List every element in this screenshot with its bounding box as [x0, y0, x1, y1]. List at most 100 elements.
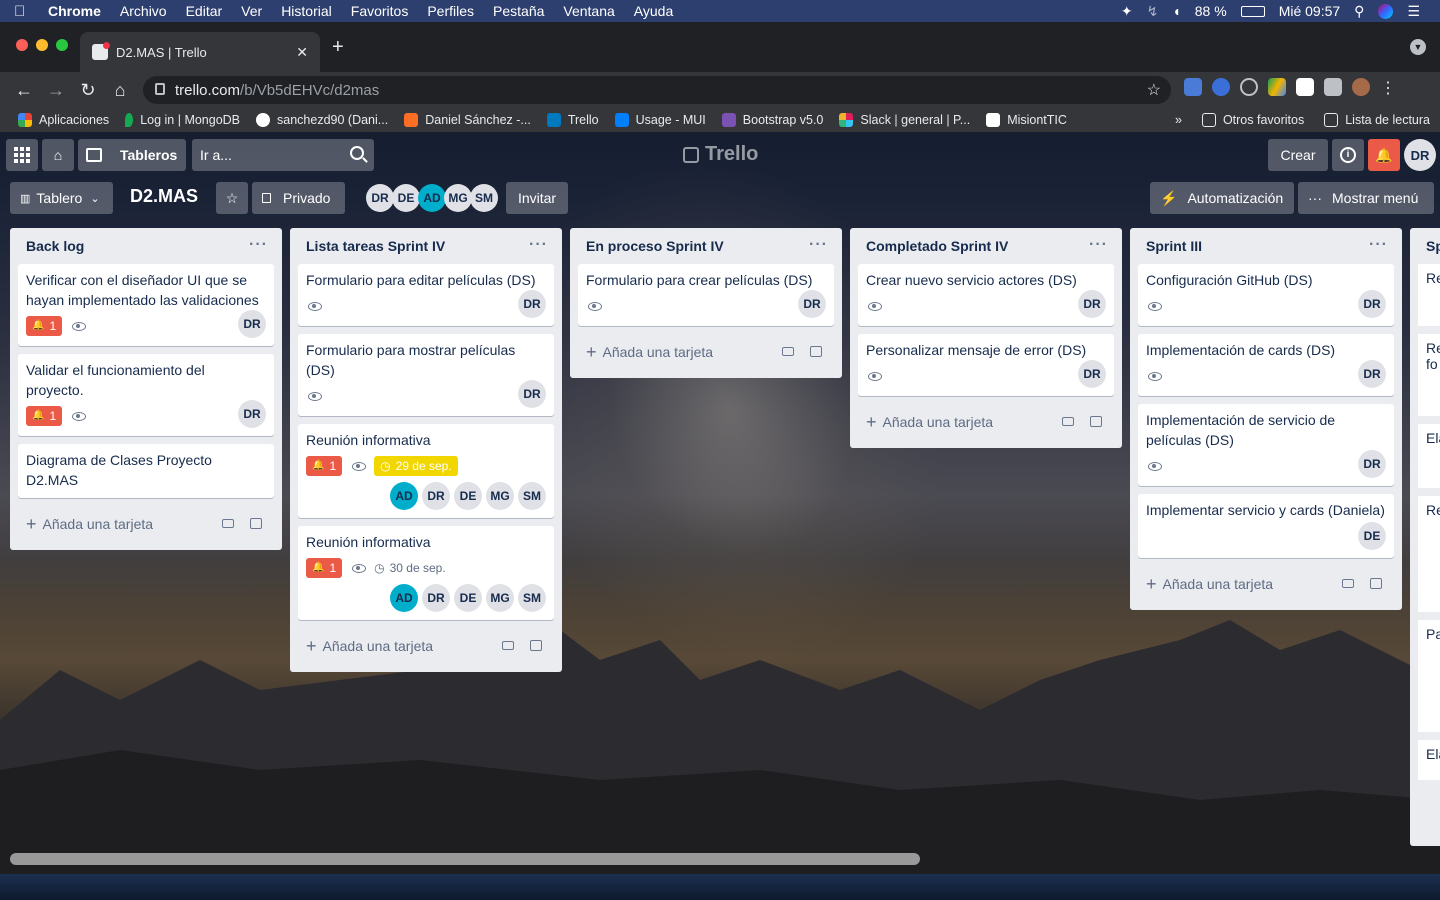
card-member-avatar[interactable]: DR: [238, 400, 266, 428]
other-favorites-folder[interactable]: Otros favoritos: [1201, 113, 1304, 127]
card[interactable]: Diagrama de Clases Proyecto D2.MAS: [18, 444, 274, 498]
card-member-avatar[interactable]: DR: [1358, 450, 1386, 478]
card[interactable]: Ela: [1418, 424, 1440, 488]
add-card-button[interactable]: + Añada una tarjeta: [578, 334, 834, 370]
card[interactable]: Re: [1418, 496, 1440, 612]
lock-icon[interactable]: [155, 83, 165, 95]
minimize-window-button[interactable]: [36, 39, 48, 51]
member-avatar[interactable]: AD: [418, 184, 446, 212]
board-horizontal-scrollbar[interactable]: [10, 853, 920, 865]
add-card-button[interactable]: + Añada una tarjeta: [1138, 566, 1394, 602]
member-avatar[interactable]: SM: [470, 184, 498, 212]
card-member-avatar[interactable]: SM: [518, 584, 546, 612]
siri-icon[interactable]: [1378, 3, 1394, 19]
bookmark-item[interactable]: Aplicaciones: [18, 113, 109, 127]
home-icon[interactable]: ⌂: [104, 80, 136, 101]
board-title[interactable]: D2.MAS: [130, 186, 198, 207]
card-member-avatar[interactable]: AD: [390, 482, 418, 510]
card[interactable]: Validar el funcionamiento del proyecto. …: [18, 354, 274, 436]
star-board-button[interactable]: ☆: [216, 182, 248, 214]
member-avatar[interactable]: DE: [392, 184, 420, 212]
card-member-avatar[interactable]: DR: [1358, 360, 1386, 388]
list-menu-icon[interactable]: ···: [809, 236, 828, 254]
list-header[interactable]: Lista tareas Sprint IV ···: [298, 228, 554, 264]
list-menu-icon[interactable]: ···: [1089, 236, 1108, 254]
card[interactable]: Ela: [1418, 740, 1440, 780]
bookmark-item[interactable]: MisiontTIC: [986, 113, 1067, 127]
card-member-avatar[interactable]: MG: [486, 482, 514, 510]
card-member-avatar[interactable]: DE: [1358, 522, 1386, 550]
card[interactable]: Re fo: [1418, 334, 1440, 416]
translate-extension-icon[interactable]: [1184, 78, 1202, 96]
list-header[interactable]: Back log ···: [18, 228, 274, 264]
card-member-avatar[interactable]: DE: [454, 584, 482, 612]
list-menu-icon[interactable]: ···: [249, 236, 268, 254]
card[interactable]: Formulario para mostrar películas (DS) D…: [298, 334, 554, 416]
card[interactable]: Personalizar mensaje de error (DS) DR: [858, 334, 1114, 396]
member-avatar[interactable]: DR: [366, 184, 394, 212]
wifi-icon[interactable]: ◖: [1172, 3, 1180, 19]
chrome-menu-icon[interactable]: ⋮: [1380, 78, 1396, 97]
menu-archivo[interactable]: Archivo: [120, 3, 167, 19]
card-member-avatar[interactable]: DR: [518, 380, 546, 408]
home-button[interactable]: ⌂: [42, 139, 74, 171]
card[interactable]: Implementar servicio y cards (Daniela) D…: [1138, 494, 1394, 558]
menu-perfiles[interactable]: Perfiles: [427, 3, 474, 19]
card-member-avatar[interactable]: DR: [1358, 290, 1386, 318]
search-icon[interactable]: [350, 146, 364, 160]
spotlight-icon[interactable]: ⚲: [1354, 3, 1364, 20]
extension-icon-5[interactable]: [1296, 78, 1314, 96]
browser-tab-active[interactable]: D2.MAS | Trello ✕: [80, 32, 320, 72]
card[interactable]: Formulario para crear películas (DS) DR: [578, 264, 834, 326]
list-header[interactable]: Sp: [1418, 228, 1440, 264]
notifications-button[interactable]: 🔔: [1368, 139, 1400, 171]
reload-icon[interactable]: ↻: [72, 80, 104, 101]
bluetooth-icon[interactable]: ↯: [1147, 3, 1159, 20]
boards-button[interactable]: Tableros: [78, 139, 186, 171]
add-card-button[interactable]: + Añada una tarjeta: [858, 404, 1114, 440]
card-member-avatar[interactable]: DR: [798, 290, 826, 318]
card[interactable]: Reunión informativa 🔔 1 ◷ 29 de sep. AD DR…: [298, 424, 554, 518]
card[interactable]: Implementación de cards (DS) DR: [1138, 334, 1394, 396]
card-member-avatar[interactable]: MG: [486, 584, 514, 612]
card-member-avatar[interactable]: DR: [422, 584, 450, 612]
list-menu-icon[interactable]: ···: [529, 236, 548, 254]
new-tab-button[interactable]: +: [332, 36, 344, 59]
apple-icon[interactable]: : [14, 3, 30, 20]
puzzle-extensions-icon[interactable]: [1324, 78, 1342, 96]
bookmark-item[interactable]: sanchezd90 (Dani...: [256, 113, 388, 127]
address-bar[interactable]: trello.com/b/Vb5dEHVc/d2mas ☆: [143, 76, 1171, 104]
list-header[interactable]: Completado Sprint IV ···: [858, 228, 1114, 264]
bookmark-star-icon[interactable]: ☆: [1147, 80, 1161, 100]
profile-avatar[interactable]: [1352, 78, 1370, 96]
clock[interactable]: Mié 09:57: [1279, 3, 1340, 19]
bookmarks-overflow-button[interactable]: »: [1175, 113, 1182, 127]
create-button[interactable]: Crear: [1268, 139, 1328, 171]
card-member-avatar[interactable]: SM: [518, 482, 546, 510]
card[interactable]: Pa: [1418, 620, 1440, 732]
menu-favoritos[interactable]: Favoritos: [351, 3, 409, 19]
invite-button[interactable]: Invitar: [506, 182, 568, 214]
card[interactable]: Configuración GitHub (DS) DR: [1138, 264, 1394, 326]
card[interactable]: Implementación de servicio de películas …: [1138, 404, 1394, 486]
card-member-avatar[interactable]: DR: [518, 290, 546, 318]
card[interactable]: Re: [1418, 264, 1440, 326]
info-button[interactable]: i: [1332, 139, 1364, 171]
member-avatar[interactable]: MG: [444, 184, 472, 212]
create-from-template-icon[interactable]: [1090, 416, 1102, 427]
show-menu-button[interactable]: ··· Mostrar menú: [1298, 182, 1434, 214]
list-header[interactable]: Sprint III ···: [1138, 228, 1394, 264]
bookmark-item[interactable]: Daniel Sánchez -...: [404, 113, 531, 127]
privacy-button[interactable]: Privado: [252, 182, 345, 214]
zoom-window-button[interactable]: [56, 39, 68, 51]
card-member-avatar[interactable]: DR: [1078, 360, 1106, 388]
control-center-icon[interactable]: ☰: [1407, 3, 1420, 20]
list-header[interactable]: En proceso Sprint IV ···: [578, 228, 834, 264]
card-composer-icon[interactable]: [1062, 417, 1074, 426]
menu-historial[interactable]: Historial: [281, 3, 332, 19]
card[interactable]: Verificar con el diseñador UI que se hay…: [18, 264, 274, 346]
board-view-switcher[interactable]: ▥ Tablero ⌄: [10, 182, 113, 214]
close-tab-icon[interactable]: ✕: [296, 44, 308, 61]
menu-ver[interactable]: Ver: [241, 3, 262, 19]
user-avatar[interactable]: DR: [1404, 139, 1436, 171]
